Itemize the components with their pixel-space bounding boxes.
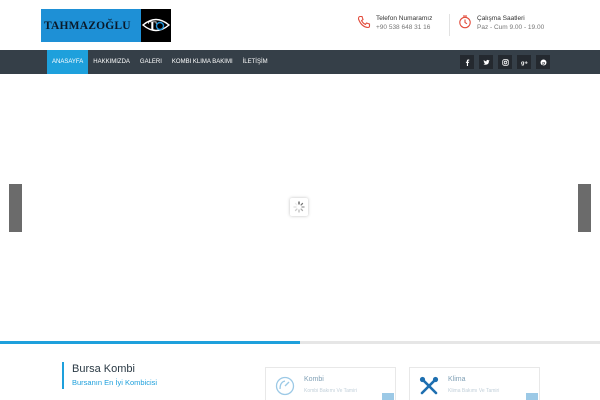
clock-icon xyxy=(459,15,471,29)
gauge-icon xyxy=(275,376,295,396)
contact-hours: Çalışma Saatleri Paz - Cum 9.00 - 19.00 xyxy=(458,14,544,32)
service-desc: Kombi Bakımı Ve Tamiri xyxy=(304,388,357,394)
nav-item-anasayfa[interactable]: ANASAYFA xyxy=(47,50,89,74)
nav-item-kombi-klima-bakimi[interactable]: KOMBI KLIMA BAKIMI xyxy=(167,50,238,74)
logo-mark-text: T xyxy=(148,18,157,33)
intro-title: Bursa Kombi xyxy=(72,363,135,375)
header-divider xyxy=(449,14,450,36)
header: TAHMAZOĞLU T Telefon Numaramız +90 538 6… xyxy=(0,0,600,50)
service-more-button[interactable] xyxy=(526,393,538,400)
pinterest-icon: p xyxy=(540,59,546,65)
tools-icon xyxy=(419,376,439,395)
phone-icon xyxy=(357,15,371,29)
hours-title: Çalışma Saatleri xyxy=(477,15,525,22)
contact-phone: Telefon Numaramız +90 538 648 31 16 xyxy=(357,14,432,32)
service-name: Kombi xyxy=(304,376,324,383)
logo-mark: T xyxy=(141,9,171,42)
service-icon-wrap xyxy=(274,375,296,397)
service-more-button[interactable] xyxy=(382,393,394,400)
service-icon-wrap xyxy=(418,375,440,397)
nav-item-iletisim[interactable]: İLETİŞİM xyxy=(238,50,273,74)
slider-progress-fill xyxy=(0,341,300,344)
slider-progress-track xyxy=(0,341,600,344)
nav-item-hakkimizda[interactable]: HAKKIMIZDA xyxy=(88,50,135,74)
svg-text:p: p xyxy=(542,60,545,65)
instagram-icon xyxy=(501,58,509,66)
phone-title: Telefon Numaramız xyxy=(376,15,433,22)
social-links: g+ p xyxy=(460,55,550,69)
navbar: ANASAYFA HAKKIMIZDA GALERI KOMBI KLIMA B… xyxy=(0,50,600,74)
hours-value: Paz - Cum 9.00 - 19.00 xyxy=(477,24,545,31)
service-card-kombi[interactable]: Kombi Kombi Bakımı Ve Tamiri xyxy=(265,367,396,400)
service-desc: Klima Bakımı Ve Tamiri xyxy=(448,388,500,394)
nav-item-galeri[interactable]: GALERI xyxy=(135,50,167,74)
spinner-icon xyxy=(293,201,305,213)
logo-eye-icon: T xyxy=(141,18,171,33)
slider-next-button[interactable] xyxy=(578,184,591,232)
page: TAHMAZOĞLU T Telefon Numaramız +90 538 6… xyxy=(0,0,600,400)
twitter-icon xyxy=(482,59,490,65)
main-nav: ANASAYFA HAKKIMIZDA GALERI KOMBI KLIMA B… xyxy=(47,50,273,74)
slider-loader xyxy=(290,198,308,216)
facebook-button[interactable] xyxy=(460,55,474,69)
instagram-button[interactable] xyxy=(498,55,512,69)
phone-number[interactable]: +90 538 648 31 16 xyxy=(376,23,432,32)
intro-block: Bursa Kombi Bursanın En İyi Kombicisi xyxy=(62,362,157,389)
hero-slider[interactable] xyxy=(0,74,600,342)
intro-subtitle: Bursanın En İyi Kombicisi xyxy=(72,378,158,387)
site-logo[interactable]: TAHMAZOĞLU T xyxy=(41,9,171,42)
service-card-klima[interactable]: Klima Klima Bakımı Ve Tamiri xyxy=(409,367,540,400)
service-name: Klima xyxy=(448,376,466,383)
facebook-icon xyxy=(465,58,469,66)
svg-text:g+: g+ xyxy=(521,60,528,65)
pinterest-button[interactable]: p xyxy=(536,55,550,69)
google-plus-button[interactable]: g+ xyxy=(517,55,531,69)
google-plus-icon: g+ xyxy=(521,60,528,65)
logo-text: TAHMAZOĞLU xyxy=(44,19,131,32)
twitter-button[interactable] xyxy=(479,55,493,69)
slider-prev-button[interactable] xyxy=(9,184,22,232)
